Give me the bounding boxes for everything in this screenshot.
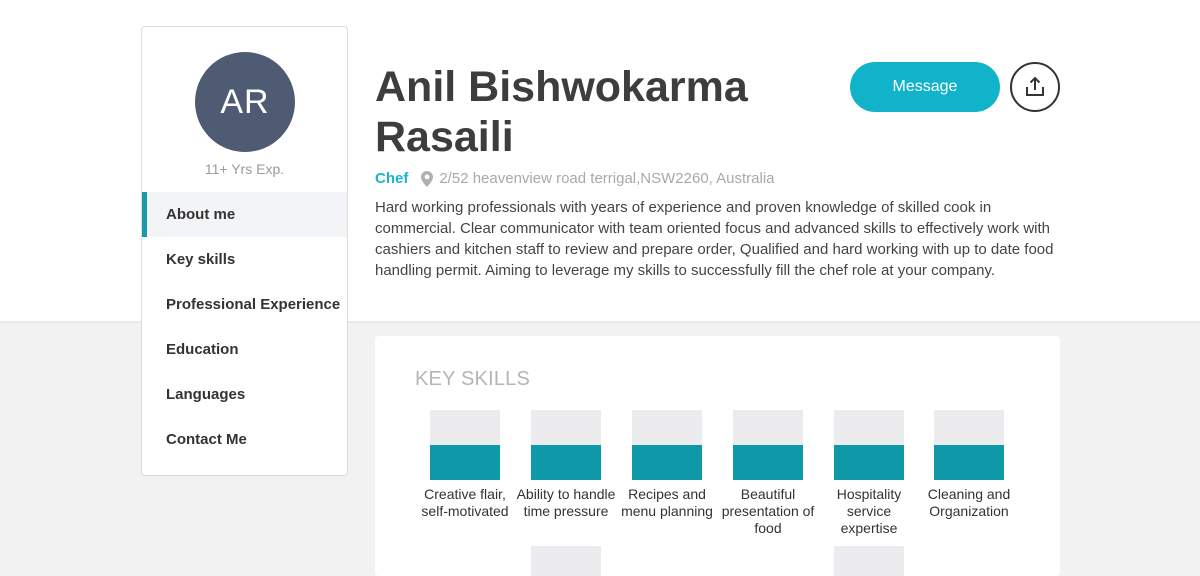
skill-bar-fill (430, 445, 500, 480)
key-skills-card: KEY SKILLS Creative flair, self-motivate… (375, 336, 1060, 576)
skill-item: Beautiful presentation of food (718, 410, 818, 537)
sidebar-item-professional-experience[interactable]: Professional Experience (142, 282, 347, 327)
address-text: 2/52 heavenview road terrigal,NSW2260, A… (439, 170, 775, 187)
skill-label: Beautiful presentation of food (721, 486, 815, 536)
sidebar-nav: About me Key skills Professional Experie… (142, 192, 347, 462)
experience-label: 11+ Yrs Exp. (204, 161, 285, 177)
skill-bar (733, 410, 803, 480)
skill-item: Recipes and menu planning (617, 410, 717, 520)
skill-bar (834, 410, 904, 480)
about-text: Hard working professionals with years of… (375, 199, 1054, 279)
skill-label: Hospitality service expertise (836, 486, 902, 536)
skill-label: Creative flair, self-motivated (421, 486, 509, 519)
skill-item: Cleaning and Organization (919, 410, 1019, 520)
sidebar-item-key-skills[interactable]: Key skills (142, 237, 347, 282)
skill-label: Recipes and menu planning (621, 486, 713, 519)
role-label: Chef (375, 170, 409, 187)
skill-bar-fill (632, 445, 702, 480)
skill-bar (632, 410, 702, 480)
skill-item: Hospitality service expertise (819, 410, 919, 537)
location-pin-icon (421, 170, 434, 187)
sidebar-item-contact-me[interactable]: Contact Me (142, 417, 347, 462)
skill-bar-next-row (531, 546, 601, 576)
sidebar-item-education[interactable]: Education (142, 327, 347, 372)
skill-bar (430, 410, 500, 480)
avatar: AR (195, 52, 295, 152)
profile-name: Anil Bishwokarma Rasaili (375, 63, 748, 161)
sidebar-item-languages[interactable]: Languages (142, 372, 347, 417)
sidebar-item-about-me[interactable]: About me (142, 192, 347, 237)
skill-label: Cleaning and Organization (927, 486, 1011, 519)
skill-bar (934, 410, 1004, 480)
role-location-line: Chef 2/52 heavenview road terrigal,NSW22… (375, 170, 775, 187)
skill-bar-fill (733, 445, 803, 480)
skill-bar-fill (934, 445, 1004, 480)
skill-bar (531, 410, 601, 480)
skill-bar-next-row (834, 546, 904, 576)
key-skills-title: KEY SKILLS (415, 368, 531, 390)
profile-sidebar: AR 11+ Yrs Exp. About me Key skills Prof… (141, 26, 348, 476)
skill-bar-fill (834, 445, 904, 480)
skill-item: Ability to handle time pressure (516, 410, 616, 520)
message-button[interactable]: Message (850, 62, 1000, 112)
skill-item: Creative flair, self-motivated (415, 410, 515, 520)
share-button[interactable] (1010, 62, 1060, 112)
skill-label: Ability to handle time pressure (516, 486, 616, 519)
share-icon (1024, 76, 1046, 98)
skill-bar-fill (531, 445, 601, 480)
